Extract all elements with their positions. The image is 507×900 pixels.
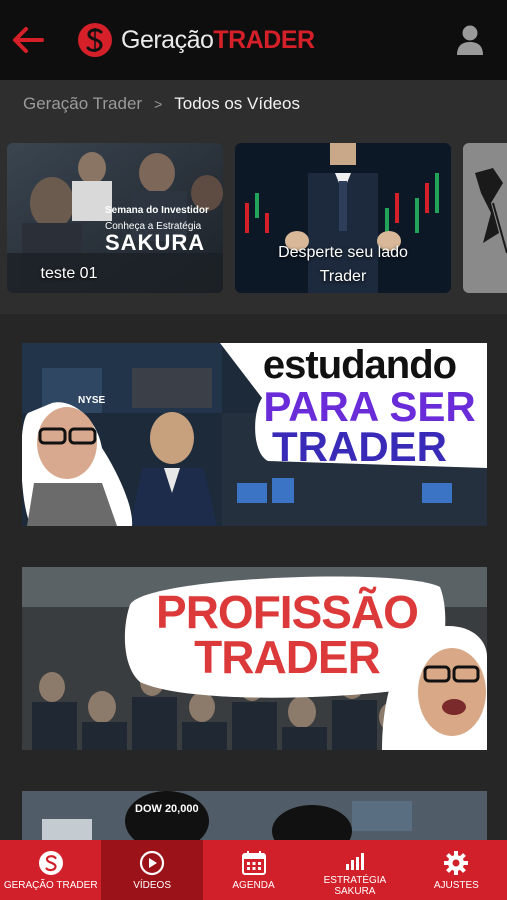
app-logo[interactable]: GeraçãoTRADER	[77, 22, 315, 58]
nav-agenda[interactable]: AGENDA	[203, 840, 304, 900]
title-line-profissao: PROFISSÃO	[156, 586, 419, 638]
carousel-card-label: teste 01	[40, 265, 98, 282]
nav-videos[interactable]: VÍDEOS	[101, 840, 203, 900]
title-line-para-ser: PARA SER	[263, 383, 476, 430]
nav-label-estrategia-line2: SAKURA	[334, 886, 376, 897]
breadcrumb: Geração Trader > Todos os Vídeos	[0, 80, 507, 128]
carousel-card-label-desperte: Desperte seu lado Trader	[235, 241, 451, 289]
card-thumbnail-partial	[463, 143, 507, 293]
nav-label-estrategia-line1: ESTRATÉGIA	[323, 875, 387, 886]
breadcrumb-separator: >	[154, 96, 163, 112]
video-title-profissao: PROFISSÃO TRADER	[127, 586, 447, 683]
nav-label-ajustes: AJUSTES	[433, 880, 479, 891]
logo-word-geracao: Geração	[121, 25, 214, 54]
breadcrumb-home-link[interactable]: Geração Trader	[23, 94, 142, 114]
featured-carousel: Semana do Investidor Conheça a Estratégi…	[0, 128, 507, 314]
carousel-card-partial[interactable]	[463, 143, 507, 293]
chart-icon	[345, 853, 364, 870]
carousel-card-desperte[interactable]: Desperte seu lado Trader	[235, 143, 451, 293]
carousel-card-sakura[interactable]: Semana do Investidor Conheça a Estratégi…	[7, 143, 223, 293]
nav-estrategia-sakura[interactable]: ESTRATÉGIA SAKURA	[304, 840, 405, 900]
card-overlay-text: Semana do Investidor Conheça a Estratégi…	[105, 205, 223, 254]
logo-icon	[38, 851, 63, 875]
card-label-line2: Trader	[319, 268, 367, 285]
nav-label-geracao: GERAÇÃO TRADER	[3, 880, 98, 891]
video-thumbnail-dow[interactable]: DOW 20,000	[22, 791, 487, 840]
play-icon	[140, 850, 165, 876]
video-thumbnail-estudando[interactable]: NYSE estudando PARA SER TRADER	[22, 343, 487, 526]
title-line-trader-2: TRADER	[194, 631, 381, 683]
top-bar: GeraçãoTRADER	[0, 0, 507, 80]
overlay-line-semana: Semana do Investidor	[105, 205, 209, 216]
nav-label-estrategia: ESTRATÉGIA SAKURA	[324, 875, 387, 897]
logo-text: GeraçãoTRADER	[121, 26, 315, 55]
back-arrow-icon[interactable]	[12, 26, 44, 54]
logo-icon	[78, 23, 112, 57]
calendar-icon	[241, 851, 266, 875]
nav-label-videos: VÍDEOS	[133, 880, 171, 891]
title-line-estudando: estudando	[262, 343, 457, 387]
video-thumbnail-profissao[interactable]: PROFISSÃO TRADER	[22, 567, 487, 750]
card-label-line1: Desperte seu lado	[278, 244, 408, 261]
logo-word-trader: TRADER	[213, 25, 315, 54]
gear-icon	[444, 851, 469, 875]
title-line-trader: TRADER	[272, 423, 447, 470]
thumbnail-image-dow	[22, 791, 487, 840]
breadcrumb-current: Todos os Vídeos	[174, 94, 300, 113]
thumbnail-ticker: NYSE	[78, 395, 106, 406]
thumbnail-caption-dow: DOW 20,000	[135, 803, 199, 815]
video-title-estudando: estudando PARA SER TRADER	[232, 343, 487, 470]
nav-label-agenda: AGENDA	[232, 880, 275, 891]
overlay-line-sakura: SAKURA	[105, 230, 206, 255]
nav-ajustes[interactable]: AJUSTES	[406, 840, 507, 900]
nav-geracao-trader[interactable]: GERAÇÃO TRADER	[0, 840, 101, 900]
bottom-navigation: GERAÇÃO TRADER VÍDEOS AGENDA ESTRATÉGIA …	[0, 840, 507, 900]
user-icon[interactable]	[455, 24, 485, 56]
